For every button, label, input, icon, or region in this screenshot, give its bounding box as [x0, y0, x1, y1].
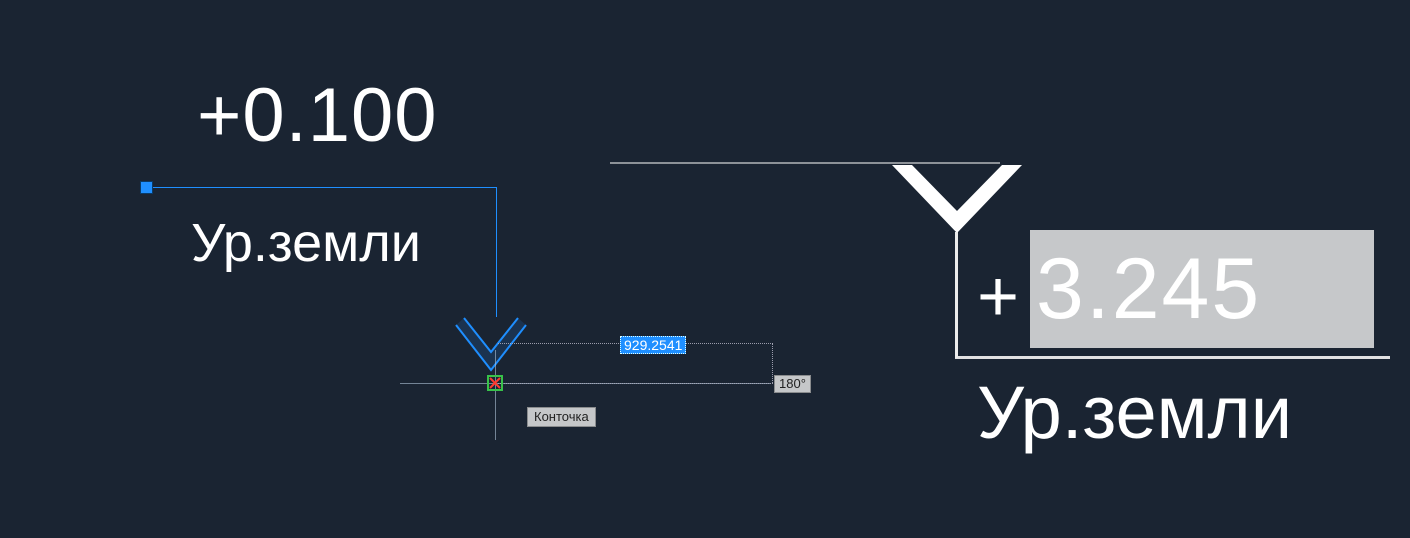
right-elevation-label: Ур.земли	[977, 370, 1292, 455]
track-line	[498, 383, 773, 384]
left-elevation-label: Ур.земли	[191, 212, 421, 274]
right-elevation-prefix: +	[977, 256, 1019, 338]
dynamic-distance-input[interactable]: 929.2541	[620, 336, 686, 354]
left-marker-shelf-line	[146, 187, 496, 188]
left-elevation-value: +0.100	[197, 72, 438, 159]
drawing-canvas[interactable]: +0.100 Ур.земли 929.2541 180° Конточка +…	[0, 0, 1410, 538]
grip-handle[interactable]	[141, 182, 152, 193]
right-marker-reference-line	[610, 162, 1000, 164]
right-marker-base-line	[955, 356, 1390, 359]
left-marker-arrow-icon	[436, 310, 546, 400]
track-line	[772, 343, 773, 383]
osnap-tooltip: Конточка	[527, 407, 596, 427]
right-marker-leader-line	[955, 232, 958, 358]
left-marker-leader-line	[496, 187, 497, 317]
dynamic-angle-readout: 180°	[774, 375, 811, 393]
right-elevation-edit-input[interactable]	[1030, 230, 1374, 348]
crosshair-vertical	[495, 350, 496, 440]
